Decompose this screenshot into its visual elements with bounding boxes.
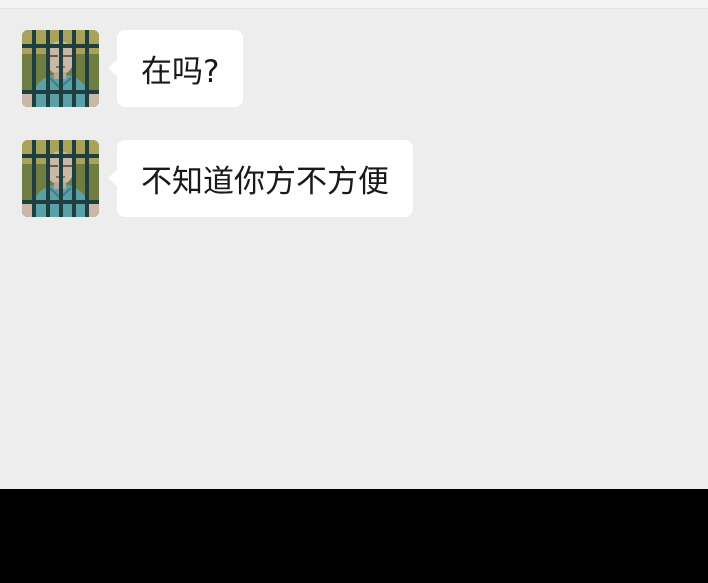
message-text: 不知道你方不方便 (141, 164, 389, 200)
message-row: 不知道你方不方便 (22, 140, 413, 217)
message-row: 在吗? (22, 30, 244, 107)
message-bubble[interactable]: 在吗? (107, 30, 244, 107)
top-divider (0, 0, 708, 9)
prisoner-avatar-icon[interactable] (22, 30, 99, 107)
message-text: 在吗? (141, 54, 220, 90)
chat-message-list: 在吗? 不知道你方不方便 (0, 0, 708, 489)
prisoner-avatar-icon[interactable] (22, 140, 99, 217)
bottom-black-bar (0, 489, 708, 583)
message-bubble[interactable]: 不知道你方不方便 (108, 140, 413, 217)
